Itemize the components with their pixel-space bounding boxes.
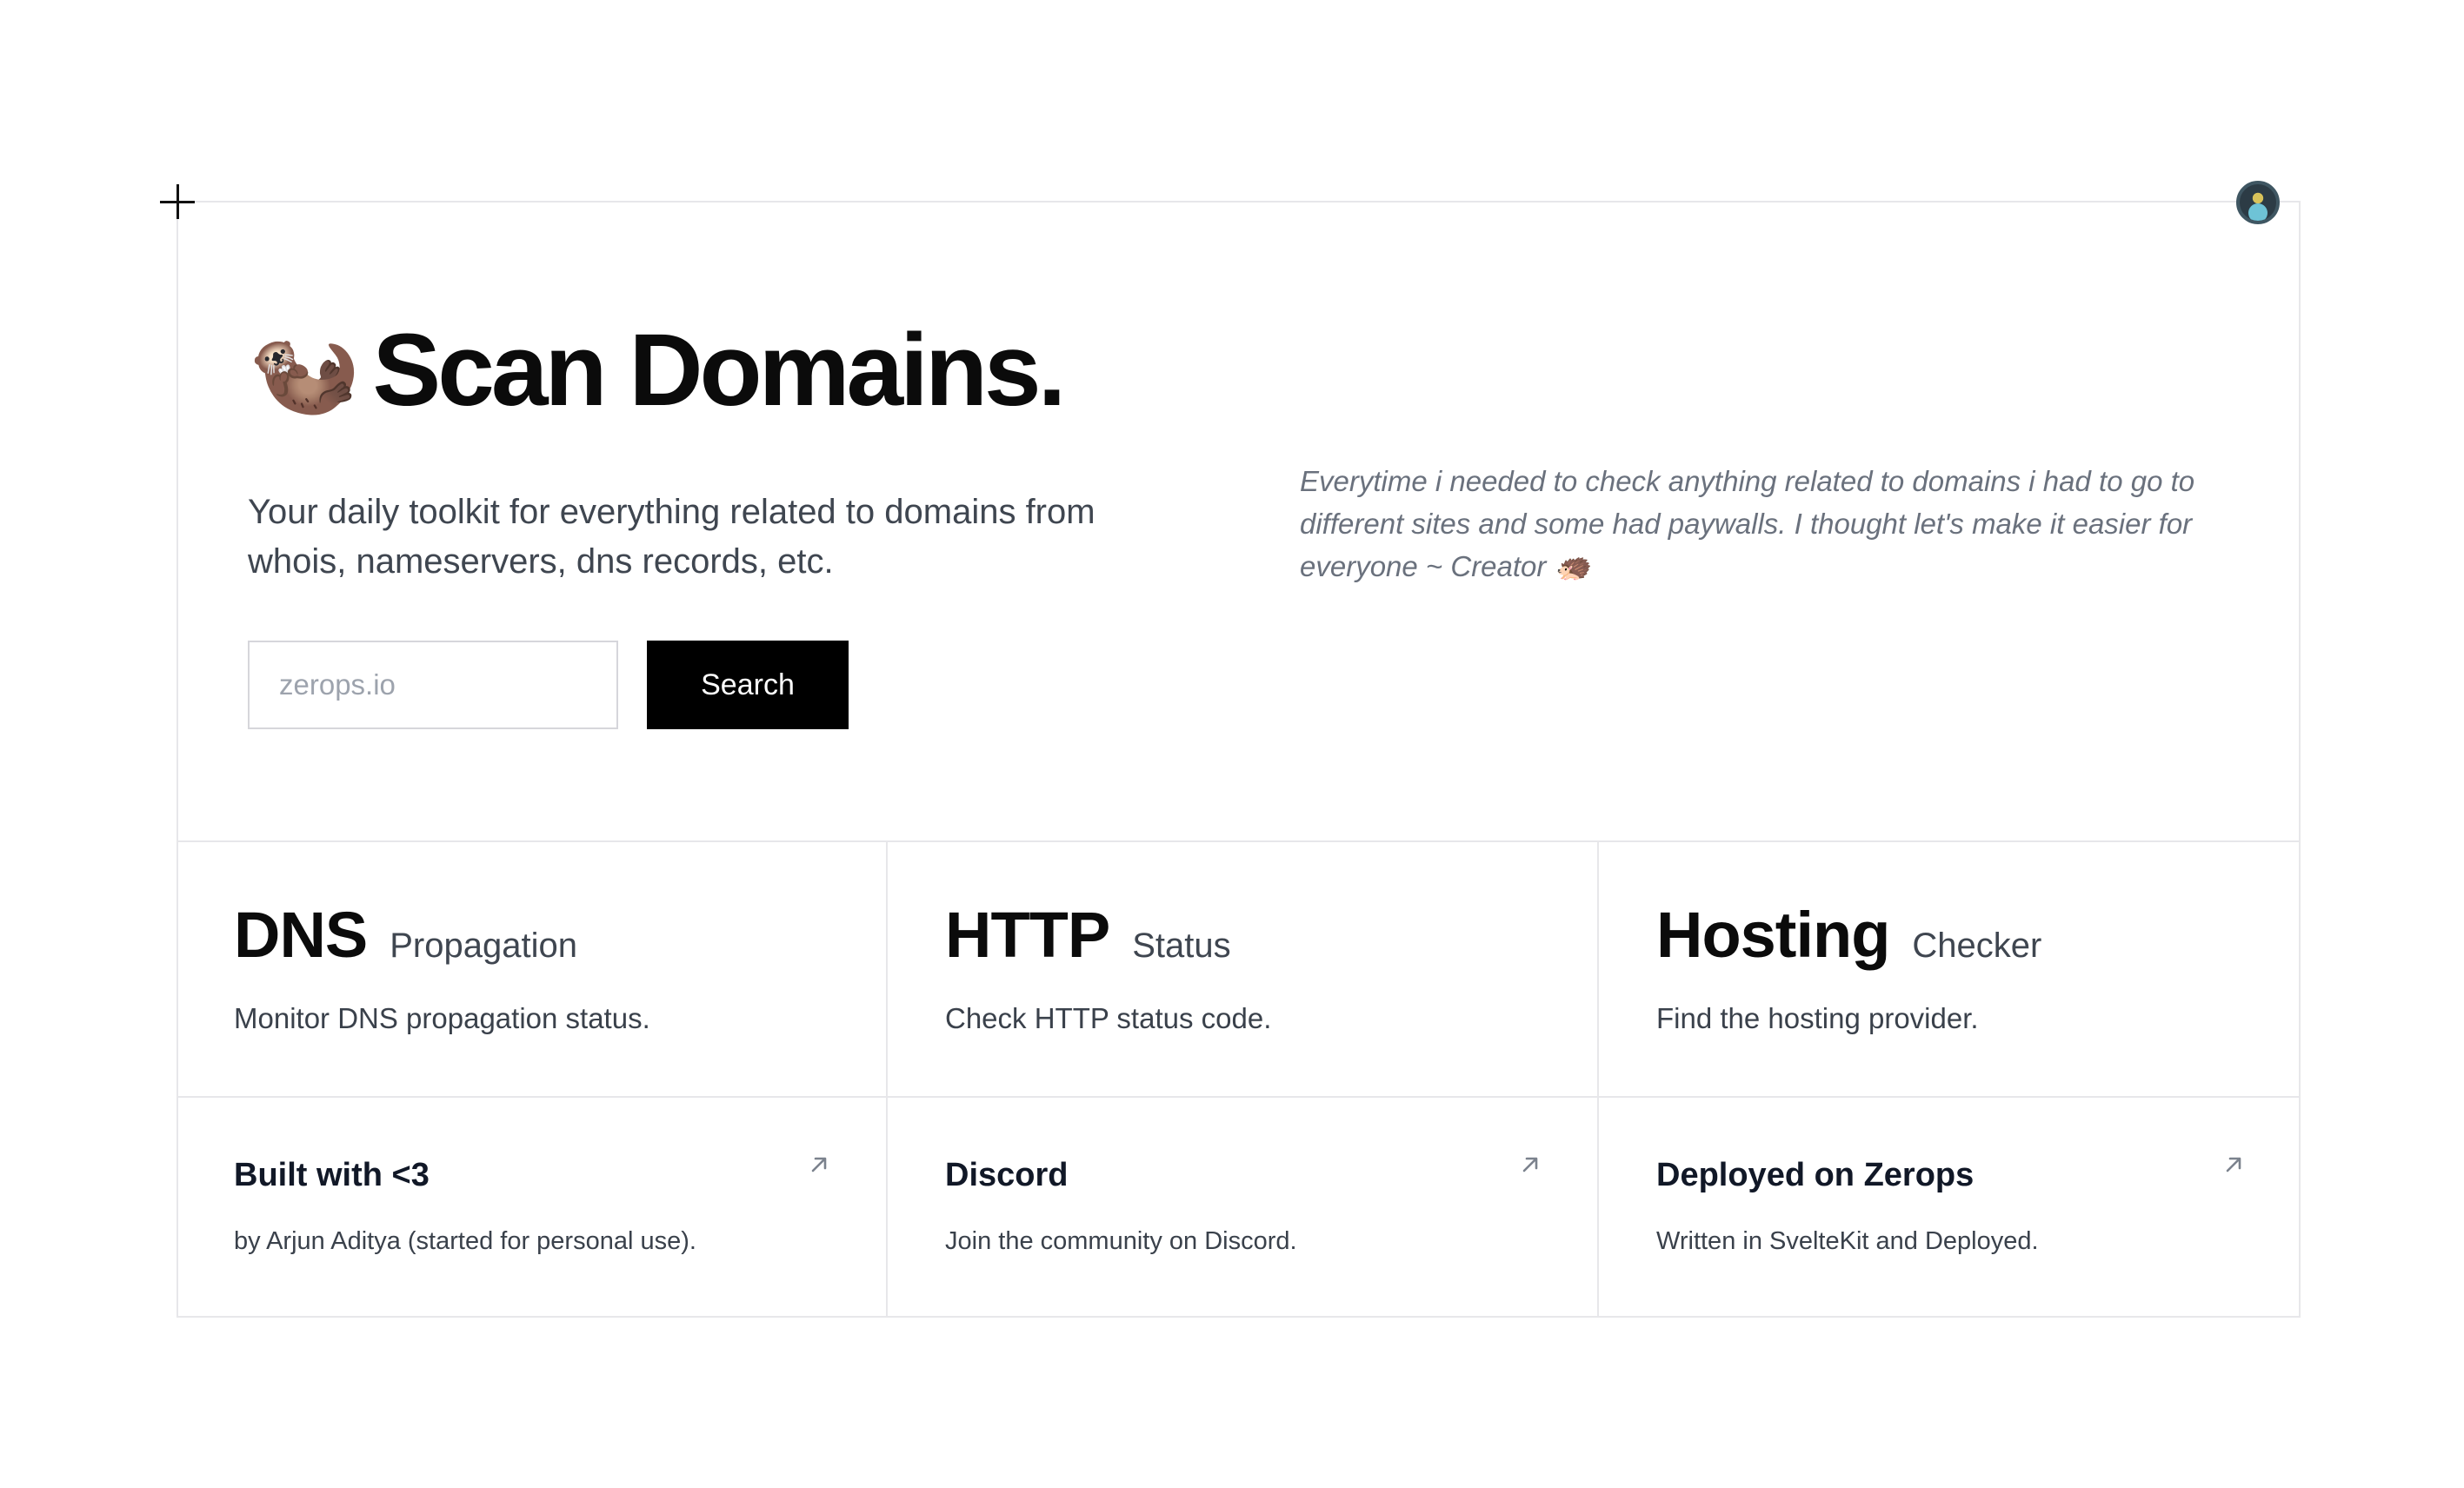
link-title: Built with <3 xyxy=(234,1157,430,1193)
tool-heading: Hosting Checker xyxy=(1656,903,2041,967)
tool-card-hosting[interactable]: Hosting Checker Find the hosting provide… xyxy=(1599,842,2301,1096)
link-description: Join the community on Discord. xyxy=(945,1227,1297,1255)
tool-heading: DNS Propagation xyxy=(234,903,577,967)
tool-name: Hosting xyxy=(1656,899,1890,971)
page-title: 🦦 Scan Domains. xyxy=(248,313,1067,428)
arrow-up-right-icon xyxy=(811,1157,827,1172)
hero-section: 🦦 Scan Domains. Your daily toolkit for e… xyxy=(176,201,2301,842)
page-title-text: Scan Domains. xyxy=(372,313,1067,428)
tool-heading: HTTP Status xyxy=(945,903,1231,967)
otter-icon: 🦦 xyxy=(248,317,360,423)
tool-kind: Propagation xyxy=(390,927,577,965)
search-button[interactable]: Search xyxy=(647,641,849,729)
tool-card-dns[interactable]: DNS Propagation Monitor DNS propagation … xyxy=(176,842,888,1096)
link-description: Written in SvelteKit and Deployed. xyxy=(1656,1227,2039,1255)
link-title: Deployed on Zerops xyxy=(1656,1157,1975,1193)
tool-kind: Status xyxy=(1132,927,1231,965)
tool-name: HTTP xyxy=(945,899,1110,971)
tool-card-http[interactable]: HTTP Status Check HTTP status code. xyxy=(888,842,1599,1096)
creator-quote: Everytime i needed to check anything rel… xyxy=(1300,465,2195,582)
link-card-zerops[interactable]: Deployed on Zerops Written in SvelteKit … xyxy=(1599,1098,2301,1318)
hero-subtitle: Your daily toolkit for everything relate… xyxy=(248,493,1095,581)
tools-grid: DNS Propagation Monitor DNS propagation … xyxy=(176,842,2301,1098)
link-description: by Arjun Aditya (started for personal us… xyxy=(234,1227,696,1255)
search-form: Search xyxy=(248,641,849,729)
tool-description: Check HTTP status code. xyxy=(945,1002,1272,1034)
tool-description: Monitor DNS propagation status. xyxy=(234,1002,650,1034)
links-grid: Built with <3 by Arjun Aditya (started f… xyxy=(176,1098,2301,1318)
domain-search-input[interactable] xyxy=(248,641,618,729)
tool-kind: Checker xyxy=(1912,927,2042,965)
arrow-up-right-icon xyxy=(1522,1157,1538,1172)
link-card-built-with[interactable]: Built with <3 by Arjun Aditya (started f… xyxy=(176,1098,888,1318)
link-card-discord[interactable]: Discord Join the community on Discord. xyxy=(888,1098,1599,1318)
arrow-up-right-icon xyxy=(2226,1157,2241,1172)
tool-name: DNS xyxy=(234,899,368,971)
link-title: Discord xyxy=(945,1157,1069,1193)
tool-description: Find the hosting provider. xyxy=(1656,1002,1979,1034)
